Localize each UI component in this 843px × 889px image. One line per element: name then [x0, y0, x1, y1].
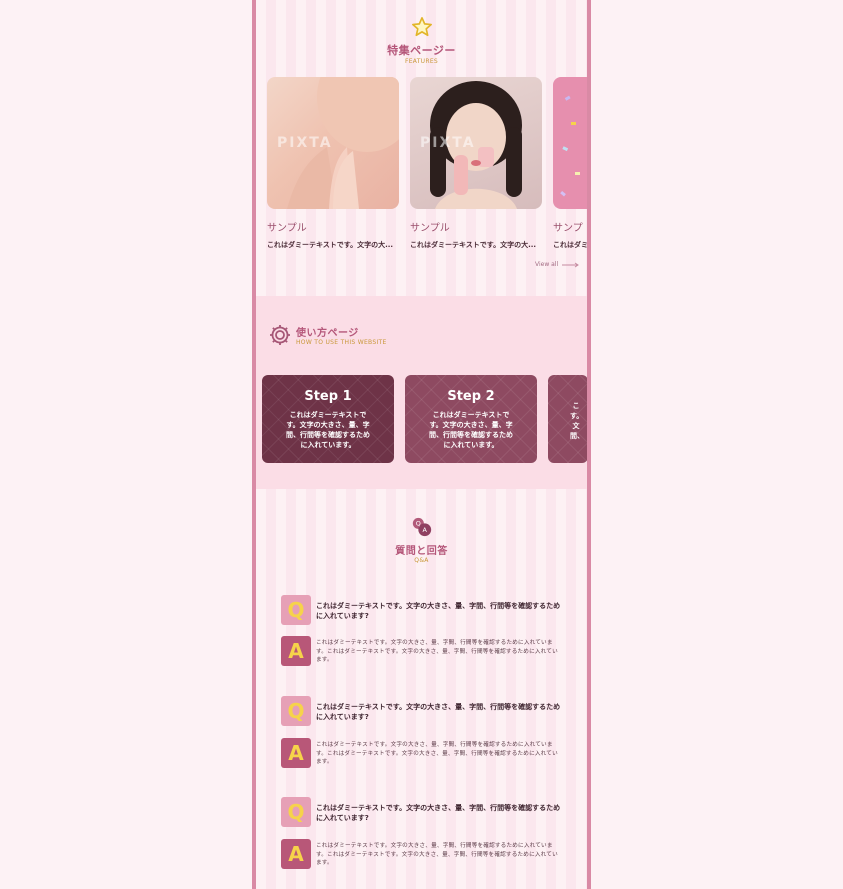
feature-card[interactable]: サンプ これはダミ — [553, 77, 588, 250]
svg-text:Q: Q — [415, 520, 420, 528]
q-badge: Q — [281, 696, 311, 726]
a-badge: A — [281, 738, 311, 768]
feature-image — [553, 77, 587, 209]
view-all-label: View all — [535, 261, 559, 268]
step-title: Step 1 — [304, 389, 352, 404]
step-desc: これはダミーテキストです。文字の大きさ、量、字間、行間等を確認するために入れてい… — [429, 411, 513, 449]
q-badge: Q — [281, 797, 311, 827]
feature-card[interactable]: PIXTA サンプル これはダミーテキストです。文字の大... — [410, 77, 542, 250]
step-card[interactable]: Step 1 これはダミーテキストです。文字の大きさ、量、字間、行間等を確認する… — [262, 375, 394, 463]
view-all-link[interactable]: View all — [535, 261, 580, 268]
answer-text: これはダミーテキストです。文字の大きさ、量、字間、行間等を確認するために入れてい… — [316, 843, 558, 867]
features-subtitle: FEATURES — [404, 58, 439, 65]
step-desc: これはダミーテキストです。文字の大きさ、量、字間、行間等を確認するために入れてい… — [286, 411, 370, 449]
feature-image: PIXTA — [410, 77, 542, 209]
feature-card[interactable]: PIXTA サンプル これはダミーテキストです。文字の大... — [267, 77, 399, 250]
features-header: 特集ページー FEATURES — [256, 16, 587, 65]
star-icon — [411, 17, 432, 37]
question-text: これはダミーテキストです。文字の大きさ、量、字間、行間等を確認するために入れてい… — [316, 804, 561, 822]
feature-card-desc: これはダミーテキストです。文字の大... — [267, 241, 394, 249]
howto-subtitle: HOW TO USE THIS WEBSITE — [296, 339, 387, 346]
arrow-right-icon — [562, 262, 580, 267]
feature-image: PIXTA — [267, 77, 399, 209]
page-frame: 特集ページー FEATURES PIXTA サンプル これはダミーテキストです。… — [252, 0, 591, 889]
qa-header: Q A 質問と回答 Q&A — [256, 516, 587, 564]
feature-card-desc: これはダミ — [553, 241, 588, 249]
feature-card-title: サンプ — [553, 223, 583, 234]
confetti-photo — [560, 95, 580, 197]
svg-text:A: A — [422, 526, 427, 534]
speech-bubbles-icon: Q A — [412, 517, 431, 537]
howto-header: 使い方ページ HOW TO USE THIS WEBSITE — [268, 323, 387, 347]
a-badge: A — [281, 839, 311, 869]
feature-card-title: サンプル — [267, 223, 307, 234]
a-badge: A — [281, 636, 311, 666]
qa-subtitle: Q&A — [414, 557, 429, 564]
qa-title: 質問と回答 — [395, 546, 448, 557]
feature-card-desc: これはダミーテキストです。文字の大... — [410, 241, 537, 249]
answer-text: これはダミーテキストです。文字の大きさ、量、字間、行間等を確認するために入れてい… — [316, 640, 558, 664]
q-badge: Q — [281, 595, 311, 625]
gear-icon — [270, 325, 290, 345]
step-card[interactable]: こ す。文 間、 — [548, 375, 587, 463]
question-text: これはダミーテキストです。文字の大きさ、量、字間、行間等を確認するために入れてい… — [316, 602, 561, 620]
watermark: PIXTA — [277, 135, 333, 151]
feature-card-title: サンプル — [410, 223, 450, 234]
step-desc: こ す。文 間、 — [570, 402, 584, 440]
watermark: PIXTA — [420, 135, 476, 151]
howto-title: 使い方ページ — [296, 328, 359, 339]
step-title: Step 2 — [447, 389, 495, 404]
question-text: これはダミーテキストです。文字の大きさ、量、字間、行間等を確認するために入れてい… — [316, 703, 561, 721]
answer-text: これはダミーテキストです。文字の大きさ、量、字間、行間等を確認するために入れてい… — [316, 742, 558, 766]
step-card[interactable]: Step 2 これはダミーテキストです。文字の大きさ、量、字間、行間等を確認する… — [405, 375, 537, 463]
features-title: 特集ページー — [387, 44, 456, 57]
